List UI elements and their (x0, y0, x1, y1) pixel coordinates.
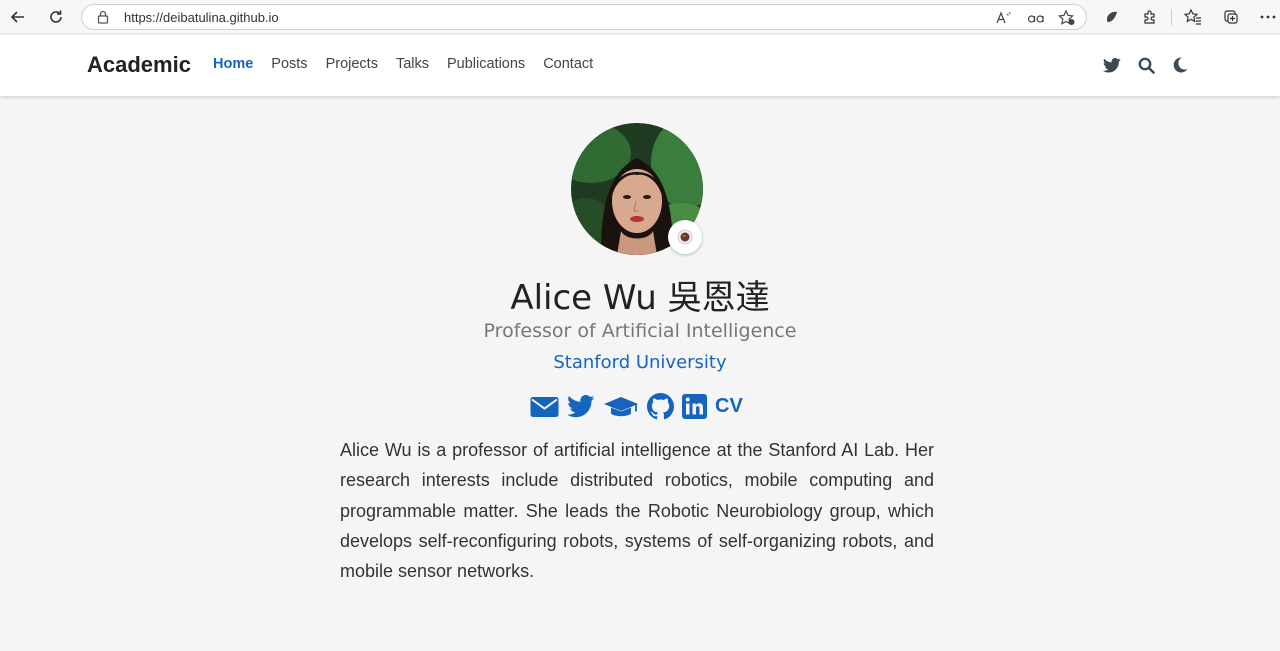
favorite-add-icon[interactable] (1057, 9, 1077, 27)
address-bar[interactable]: https://deibatulina.github.io (81, 4, 1087, 30)
menu-item-talks[interactable]: Talks (396, 56, 429, 72)
reload-icon (50, 10, 62, 23)
menu-item-home[interactable]: Home (213, 56, 253, 72)
collections-icon[interactable] (1220, 6, 1242, 28)
puzzle-icon[interactable] (1139, 6, 1161, 28)
coffee-icon (677, 229, 693, 245)
menu-item-projects[interactable]: Projects (326, 56, 378, 72)
url-text[interactable]: https://deibatulina.github.io (124, 10, 279, 25)
profile-name: Alice Wu 吳恩達 (510, 278, 770, 318)
favorites-icon[interactable] (1182, 6, 1204, 28)
extension-icon[interactable] (1101, 6, 1123, 28)
main-menu: Home Posts Projects Talks Publications C… (213, 56, 611, 72)
profile-bio: Alice Wu is a professor of artificial in… (340, 440, 934, 582)
menu-item-posts[interactable]: Posts (271, 56, 307, 72)
lock-icon[interactable] (97, 10, 109, 24)
github-icon[interactable] (647, 393, 674, 420)
cv-link[interactable]: CV (715, 395, 743, 418)
coffee-emoji-badge[interactable] (668, 220, 702, 254)
menu-item-publications[interactable]: Publications (447, 56, 525, 72)
linkedin-icon[interactable] (682, 394, 707, 419)
more-menu-icon[interactable] (1257, 6, 1279, 28)
browser-toolbar: https://deibatulina.github.io (0, 0, 1280, 34)
envelope-icon[interactable] (530, 396, 559, 418)
back-button[interactable] (5, 5, 31, 29)
search-icon[interactable] (1136, 55, 1156, 75)
graduation-cap-icon[interactable] (603, 395, 639, 419)
arrow-left-icon (10, 11, 24, 23)
read-aloud-icon[interactable] (994, 9, 1014, 27)
toolbar-separator (1171, 9, 1172, 25)
profile-role: Professor of Artificial Intelligence (483, 320, 797, 342)
twitter-icon[interactable] (567, 395, 595, 418)
moon-icon[interactable] (1170, 55, 1190, 75)
translate-icon[interactable] (1026, 9, 1046, 27)
reload-button[interactable] (43, 5, 69, 29)
site-navbar: Academic Home Posts Projects Talks Publi… (0, 35, 1280, 96)
site-brand[interactable]: Academic (87, 52, 191, 78)
profile-avatar (571, 123, 703, 255)
twitter-icon[interactable] (1102, 55, 1122, 75)
social-links: CV (530, 393, 751, 420)
menu-item-contact[interactable]: Contact (543, 56, 593, 72)
profile-organization-link[interactable]: Stanford University (0, 352, 1280, 373)
